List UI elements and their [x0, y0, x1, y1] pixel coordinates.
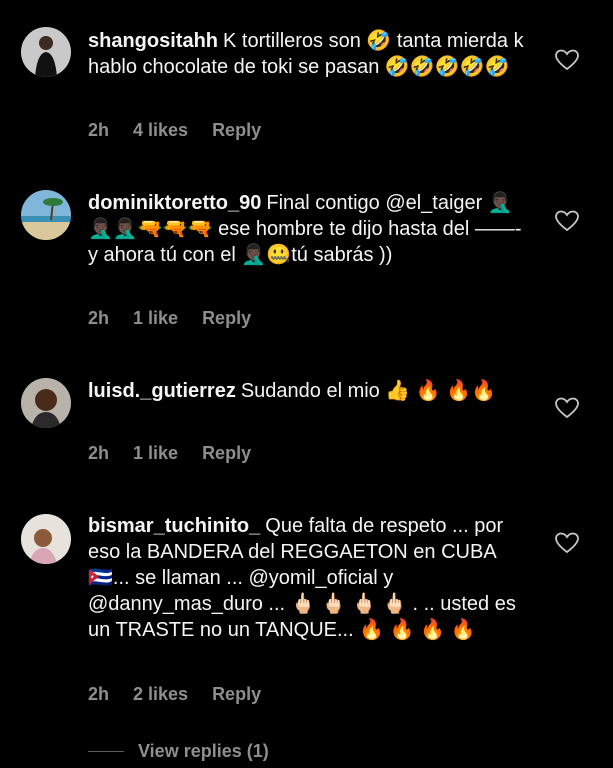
like-heart-icon[interactable]	[555, 49, 579, 71]
avatar[interactable]	[21, 378, 71, 428]
reply-button[interactable]: Reply	[202, 308, 251, 329]
reply-button[interactable]: Reply	[212, 120, 261, 141]
like-heart-icon[interactable]	[555, 210, 579, 232]
comment-likes[interactable]: 4 likes	[133, 120, 188, 141]
comment-timestamp: 2h	[88, 120, 110, 140]
comment-timestamp: 2h	[88, 684, 110, 704]
comment-username[interactable]: bismar_tuchinito_	[88, 515, 260, 537]
user-photo-avatar-icon	[21, 378, 71, 428]
like-heart-icon[interactable]	[555, 397, 579, 419]
comment-likes[interactable]: 1 like	[133, 443, 178, 464]
comment-likes[interactable]: 2 likes	[133, 684, 188, 705]
comment-username[interactable]: dominiktoretto_90	[88, 192, 261, 214]
comment-username[interactable]: shangositahh	[88, 30, 218, 52]
reply-button[interactable]: Reply	[212, 684, 261, 705]
comment-timestamp: 2h	[88, 308, 110, 328]
user-photo-avatar-icon	[21, 514, 71, 564]
reply-button[interactable]: Reply	[202, 443, 251, 464]
replies-divider	[88, 751, 124, 752]
beach-photo-avatar-icon	[21, 190, 71, 240]
like-heart-icon[interactable]	[555, 532, 579, 554]
comment-text: Sudando el mio 👍 🔥 🔥🔥	[240, 380, 497, 402]
avatar[interactable]	[21, 27, 71, 77]
comment-username[interactable]: luisd._gutierrez	[88, 380, 236, 402]
view-replies-button[interactable]: View replies (1)	[88, 741, 269, 762]
avatar[interactable]	[21, 190, 71, 240]
user-photo-avatar-icon	[21, 27, 71, 77]
comment-likes[interactable]: 1 like	[133, 308, 178, 329]
comment-timestamp: 2h	[88, 443, 110, 463]
view-replies-label: View replies (1)	[138, 741, 269, 761]
avatar[interactable]	[21, 514, 71, 564]
